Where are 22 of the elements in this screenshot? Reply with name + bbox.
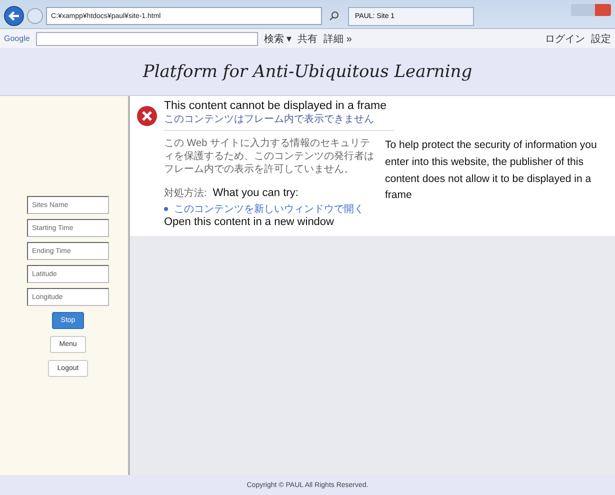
toolbar-button[interactable]: 共有 [298, 32, 318, 46]
search-icon[interactable] [329, 11, 339, 22]
toolbar-button[interactable]: 検索 ▾ [264, 32, 292, 46]
bullet-icon [164, 207, 168, 211]
login-button[interactable]: ログイン [545, 32, 585, 46]
error-description-ja: この Web サイトに入力する情報のセキュリティを保護するため、このコンテンツの発行者はフレーム内での表示を許可していません。 [164, 137, 375, 176]
try-label: What you can try: [212, 187, 298, 199]
open-window-caption: Open this content in a new window [164, 216, 335, 228]
back-button[interactable] [4, 6, 24, 26]
toolbar-button[interactable]: 詳細 » [324, 32, 352, 46]
error-title: This content cannot be displayed in a frame [164, 100, 388, 112]
try-label-ja: 対処方法: [164, 186, 207, 200]
error-title-ja: このコンテンツはフレーム内で表示できません [164, 112, 394, 131]
error-description: To help protect the security of information you enter into this website, the publisher of this content does not allow it to be displayed in a frame [385, 138, 598, 204]
open-window-link[interactable]: このコンテンツを新しいウィンドウで開く [174, 202, 364, 216]
error-icon [136, 104, 158, 126]
search-field[interactable] [36, 32, 258, 46]
window-controls[interactable] [571, 4, 611, 16]
site-title: Platform for Anti-Ubiquitous Learning [142, 62, 472, 82]
search-label: Google [4, 34, 30, 44]
forward-button[interactable] [27, 8, 43, 24]
settings-button[interactable]: 設定 [591, 32, 611, 46]
